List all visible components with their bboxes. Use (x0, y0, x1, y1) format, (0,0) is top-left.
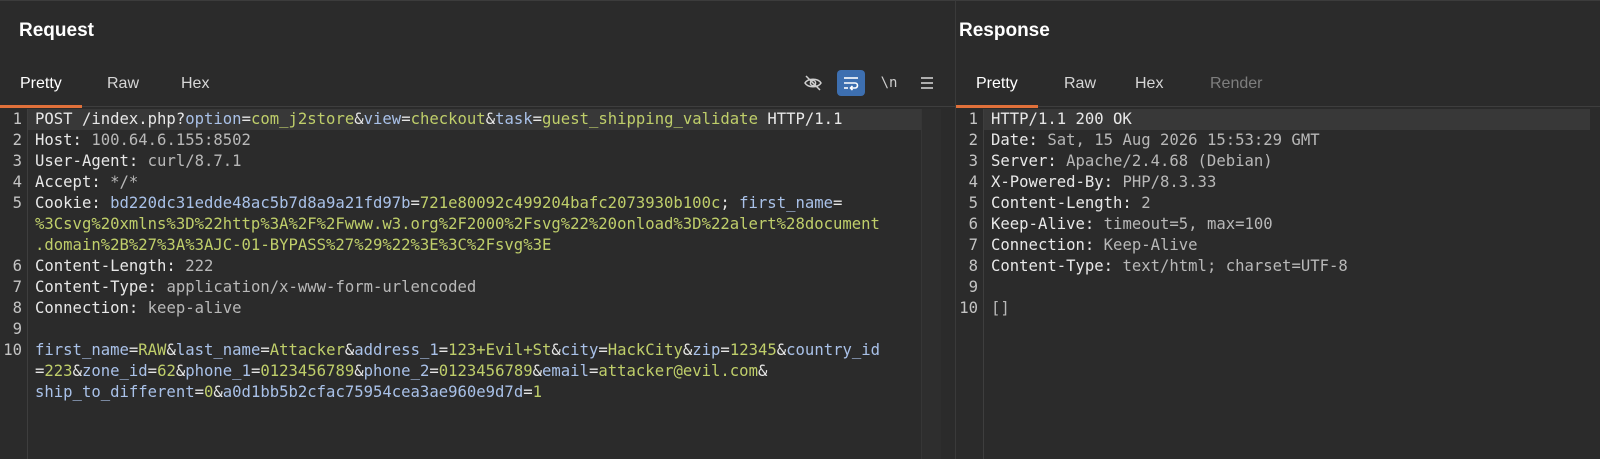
response-tab-render[interactable]: Render (1190, 65, 1282, 107)
response-editor[interactable]: 1 2 3 4 5 6 7 8 9 10 HTTP/1.1 200 OK Dat… (956, 109, 1600, 459)
header-content-length: Content-Length: 222 (35, 257, 214, 275)
header-user-agent: User-Agent: curl/8.7.1 (35, 152, 242, 170)
hamburger-menu-icon[interactable] (913, 70, 941, 96)
eye-slash-icon[interactable] (799, 70, 827, 96)
header-server: Server: Apache/2.4.68 (Debian) (991, 152, 1273, 170)
request-panel: Request Pretty Raw Hex \n 1 2 3 4 5 6 7 … (0, 0, 955, 459)
line-number: 1 (12, 110, 22, 128)
line-number: 7 (968, 236, 978, 254)
line-number: 6 (968, 215, 978, 233)
status-line: HTTP/1.1 200 OK (984, 109, 1590, 130)
header-accept: Accept: */* (35, 173, 139, 191)
header-keep-alive: Keep-Alive: timeout=5, max=100 (991, 215, 1273, 233)
request-title: Request (19, 20, 94, 41)
line-number: 9 (968, 278, 978, 296)
request-toolbar: \n (799, 69, 941, 97)
response-body: [] (991, 299, 1010, 317)
request-tab-pretty[interactable]: Pretty (0, 65, 82, 108)
header-cookie: Cookie: bd220dc31edde48ac5b7d8a9a21fd97b… (35, 194, 843, 212)
header-cookie-wrap: %3Csvg%20xmlns%3D%22http%3A%2F%2Fwww.w3.… (35, 215, 880, 233)
header-host: Host: 100.64.6.155:8502 (35, 131, 251, 149)
request-tab-raw[interactable]: Raw (87, 65, 159, 107)
response-tab-pretty[interactable]: Pretty (956, 65, 1038, 108)
header-date: Date: Sat, 15 Aug 2026 15:53:29 GMT (991, 131, 1320, 149)
line-number: 8 (968, 257, 978, 275)
response-tabs: Pretty Raw Hex Render (956, 65, 1600, 108)
line-number: 2 (968, 131, 978, 149)
newline-toggle[interactable]: \n (875, 70, 903, 96)
request-line: POST /index.php?option=com_j2store&view=… (28, 109, 921, 130)
line-number: 10 (959, 299, 978, 317)
response-title: Response (959, 20, 1050, 41)
line-number: 9 (12, 320, 22, 338)
request-body-wrap: =223&zone_id=62&phone_1=0123456789&phone… (35, 362, 768, 380)
line-number: 1 (968, 110, 978, 128)
line-number: 3 (12, 152, 22, 170)
header-content-type: Content-Type: application/x-www-form-url… (35, 278, 477, 296)
request-body: first_name=RAW&last_name=Attacker&addres… (35, 341, 881, 359)
line-number: 6 (12, 257, 22, 275)
request-tab-hex[interactable]: Hex (161, 65, 229, 107)
header-cookie-wrap: .domain%2B%27%3A%3AJC-01-BYPASS%27%29%22… (35, 236, 552, 254)
header-content-type: Content-Type: text/html; charset=UTF-8 (991, 257, 1348, 275)
line-number: 8 (12, 299, 22, 317)
line-number: 7 (12, 278, 22, 296)
header-connection: Connection: Keep-Alive (991, 236, 1198, 254)
line-number: 2 (12, 131, 22, 149)
line-number: 3 (968, 152, 978, 170)
line-number: 4 (968, 173, 978, 191)
word-wrap-icon[interactable] (837, 70, 865, 96)
response-tab-raw[interactable]: Raw (1044, 65, 1116, 107)
line-number: 10 (3, 341, 22, 359)
line-number: 4 (12, 173, 22, 191)
request-gutter: 1 2 3 4 5 6 7 8 9 10 (0, 109, 28, 459)
header-x-powered-by: X-Powered-By: PHP/8.3.33 (991, 173, 1217, 191)
request-editor[interactable]: 1 2 3 4 5 6 7 8 9 10 POST /index.php?opt… (0, 109, 955, 459)
line-number: 5 (968, 194, 978, 212)
response-panel: Response Pretty Raw Hex Render 1 2 3 4 5… (955, 0, 1600, 459)
line-number: 5 (12, 194, 22, 212)
response-tab-hex[interactable]: Hex (1115, 65, 1183, 107)
response-gutter: 1 2 3 4 5 6 7 8 9 10 (956, 109, 984, 459)
request-scrollbar[interactable] (921, 109, 941, 459)
request-body-wrap: ship_to_different=0&a0d1bb5b2cfac75954ce… (35, 383, 542, 401)
header-content-length: Content-Length: 2 (991, 194, 1151, 212)
header-connection: Connection: keep-alive (35, 299, 242, 317)
